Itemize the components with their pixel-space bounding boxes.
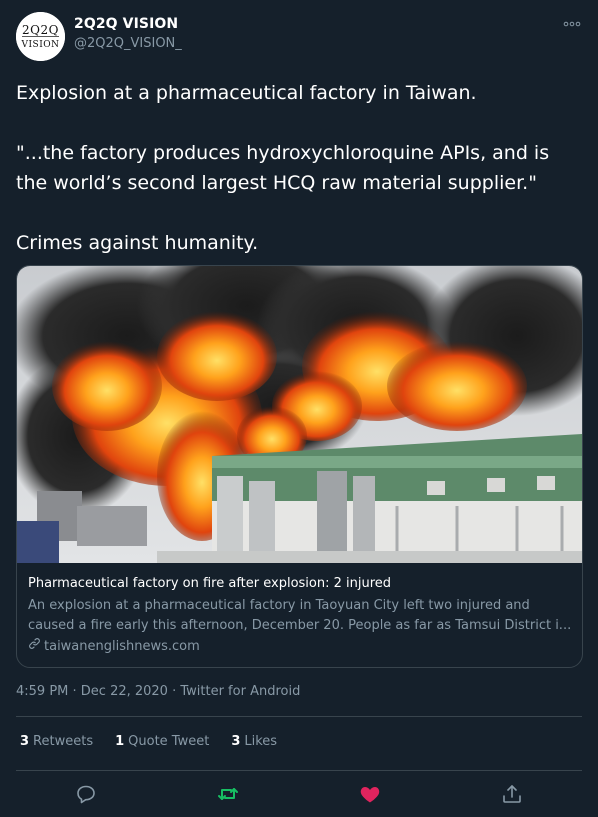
card-description-line: caused a fire early this afternoon, Dece… bbox=[28, 618, 572, 633]
tweet-timestamp[interactable]: 4:59 PM · Dec 22, 2020 · Twitter for And… bbox=[16, 684, 300, 699]
tweet-line-headline: Explosion at a pharmaceutical factory in… bbox=[16, 82, 477, 104]
card-domain[interactable]: taiwanenglishnews.com bbox=[28, 637, 573, 657]
reply-icon[interactable] bbox=[74, 782, 98, 806]
user-handle[interactable]: @2Q2Q_VISION_ bbox=[74, 36, 182, 51]
card-image[interactable] bbox=[17, 266, 582, 563]
card-title[interactable]: Pharmaceutical factory on fire after exp… bbox=[28, 575, 573, 593]
engagement-stats: 3 Retweets 1 Quote Tweet 3 Likes bbox=[20, 734, 299, 749]
tweet-header: 2Q2Q VISION 2Q2Q VISION @2Q2Q_VISION_ bbox=[16, 12, 582, 62]
divider bbox=[16, 716, 582, 717]
card-domain-text: taiwanenglishnews.com bbox=[44, 639, 200, 654]
tweet-line-quote: "...the factory produces hydroxychloroqu… bbox=[16, 142, 550, 194]
tweet-text: Explosion at a pharmaceutical factory in… bbox=[16, 78, 582, 258]
svg-text:VISION: VISION bbox=[20, 40, 59, 50]
like-icon[interactable] bbox=[358, 782, 382, 806]
quote-tweets-stat[interactable]: 1 Quote Tweet bbox=[115, 734, 209, 749]
tweet-line-closing: Crimes against humanity. bbox=[16, 232, 259, 254]
share-icon[interactable] bbox=[500, 782, 524, 806]
more-icon[interactable] bbox=[562, 16, 582, 30]
card-description-line: An explosion at a pharmaceutical factory… bbox=[28, 598, 530, 613]
avatar[interactable]: 2Q2Q VISION bbox=[16, 12, 65, 61]
card-description: An explosion at a pharmaceutical factory… bbox=[28, 596, 573, 636]
svg-text:2Q2Q: 2Q2Q bbox=[22, 23, 59, 37]
action-bar bbox=[16, 778, 582, 810]
retweet-icon[interactable] bbox=[216, 782, 240, 806]
retweets-stat[interactable]: 3 Retweets bbox=[20, 734, 93, 749]
divider bbox=[16, 770, 582, 771]
link-icon bbox=[28, 637, 44, 657]
link-card[interactable]: Pharmaceutical factory on fire after exp… bbox=[16, 265, 583, 668]
display-name[interactable]: 2Q2Q VISION bbox=[74, 16, 178, 32]
card-body: Pharmaceutical factory on fire after exp… bbox=[28, 575, 573, 657]
likes-stat[interactable]: 3 Likes bbox=[231, 734, 277, 749]
